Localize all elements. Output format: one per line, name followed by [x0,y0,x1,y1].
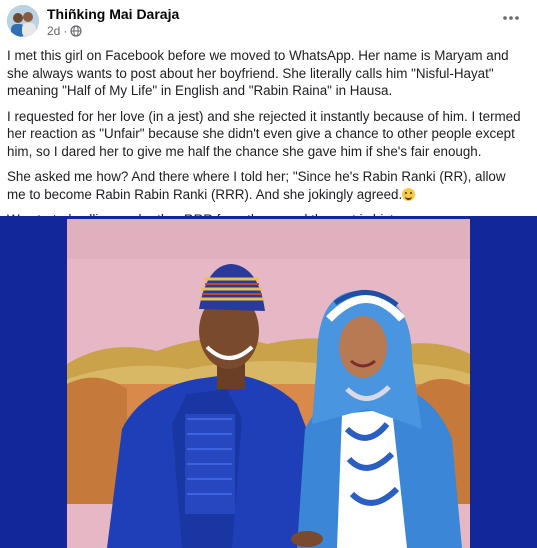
avatar-image [7,5,39,37]
more-options-button[interactable] [499,6,523,30]
author-name[interactable]: Thiñking Mai Daraja [47,6,179,22]
meta-separator: · [63,24,68,38]
more-horizontal-icon [503,16,519,20]
post-paragraph-text: I requested for her love (in a jest) and… [7,108,521,159]
post-paragraph-text: She asked me how? And there where I told… [7,169,506,202]
post-meta: 2d · [47,24,82,38]
avatar[interactable] [7,5,39,37]
post-time[interactable]: 2d [47,24,60,38]
post-header: Thiñking Mai Daraja 2d · [0,0,537,44]
post-paragraph: I met this girl on Facebook before we mo… [7,48,509,98]
post-paragraph: She asked me how? And there where I told… [7,168,523,203]
grinning-face-icon [402,187,416,201]
globe-icon [70,25,82,37]
post-photo[interactable] [67,219,470,548]
post-photo-frame[interactable] [0,216,537,548]
post-body: I met this girl on Facebook before we mo… [7,47,523,237]
facebook-post: Thiñking Mai Daraja 2d · I met this girl… [0,0,537,548]
post-paragraph: I requested for her love (in a jest) and… [7,108,523,161]
couple-photo-illustration [67,219,470,548]
